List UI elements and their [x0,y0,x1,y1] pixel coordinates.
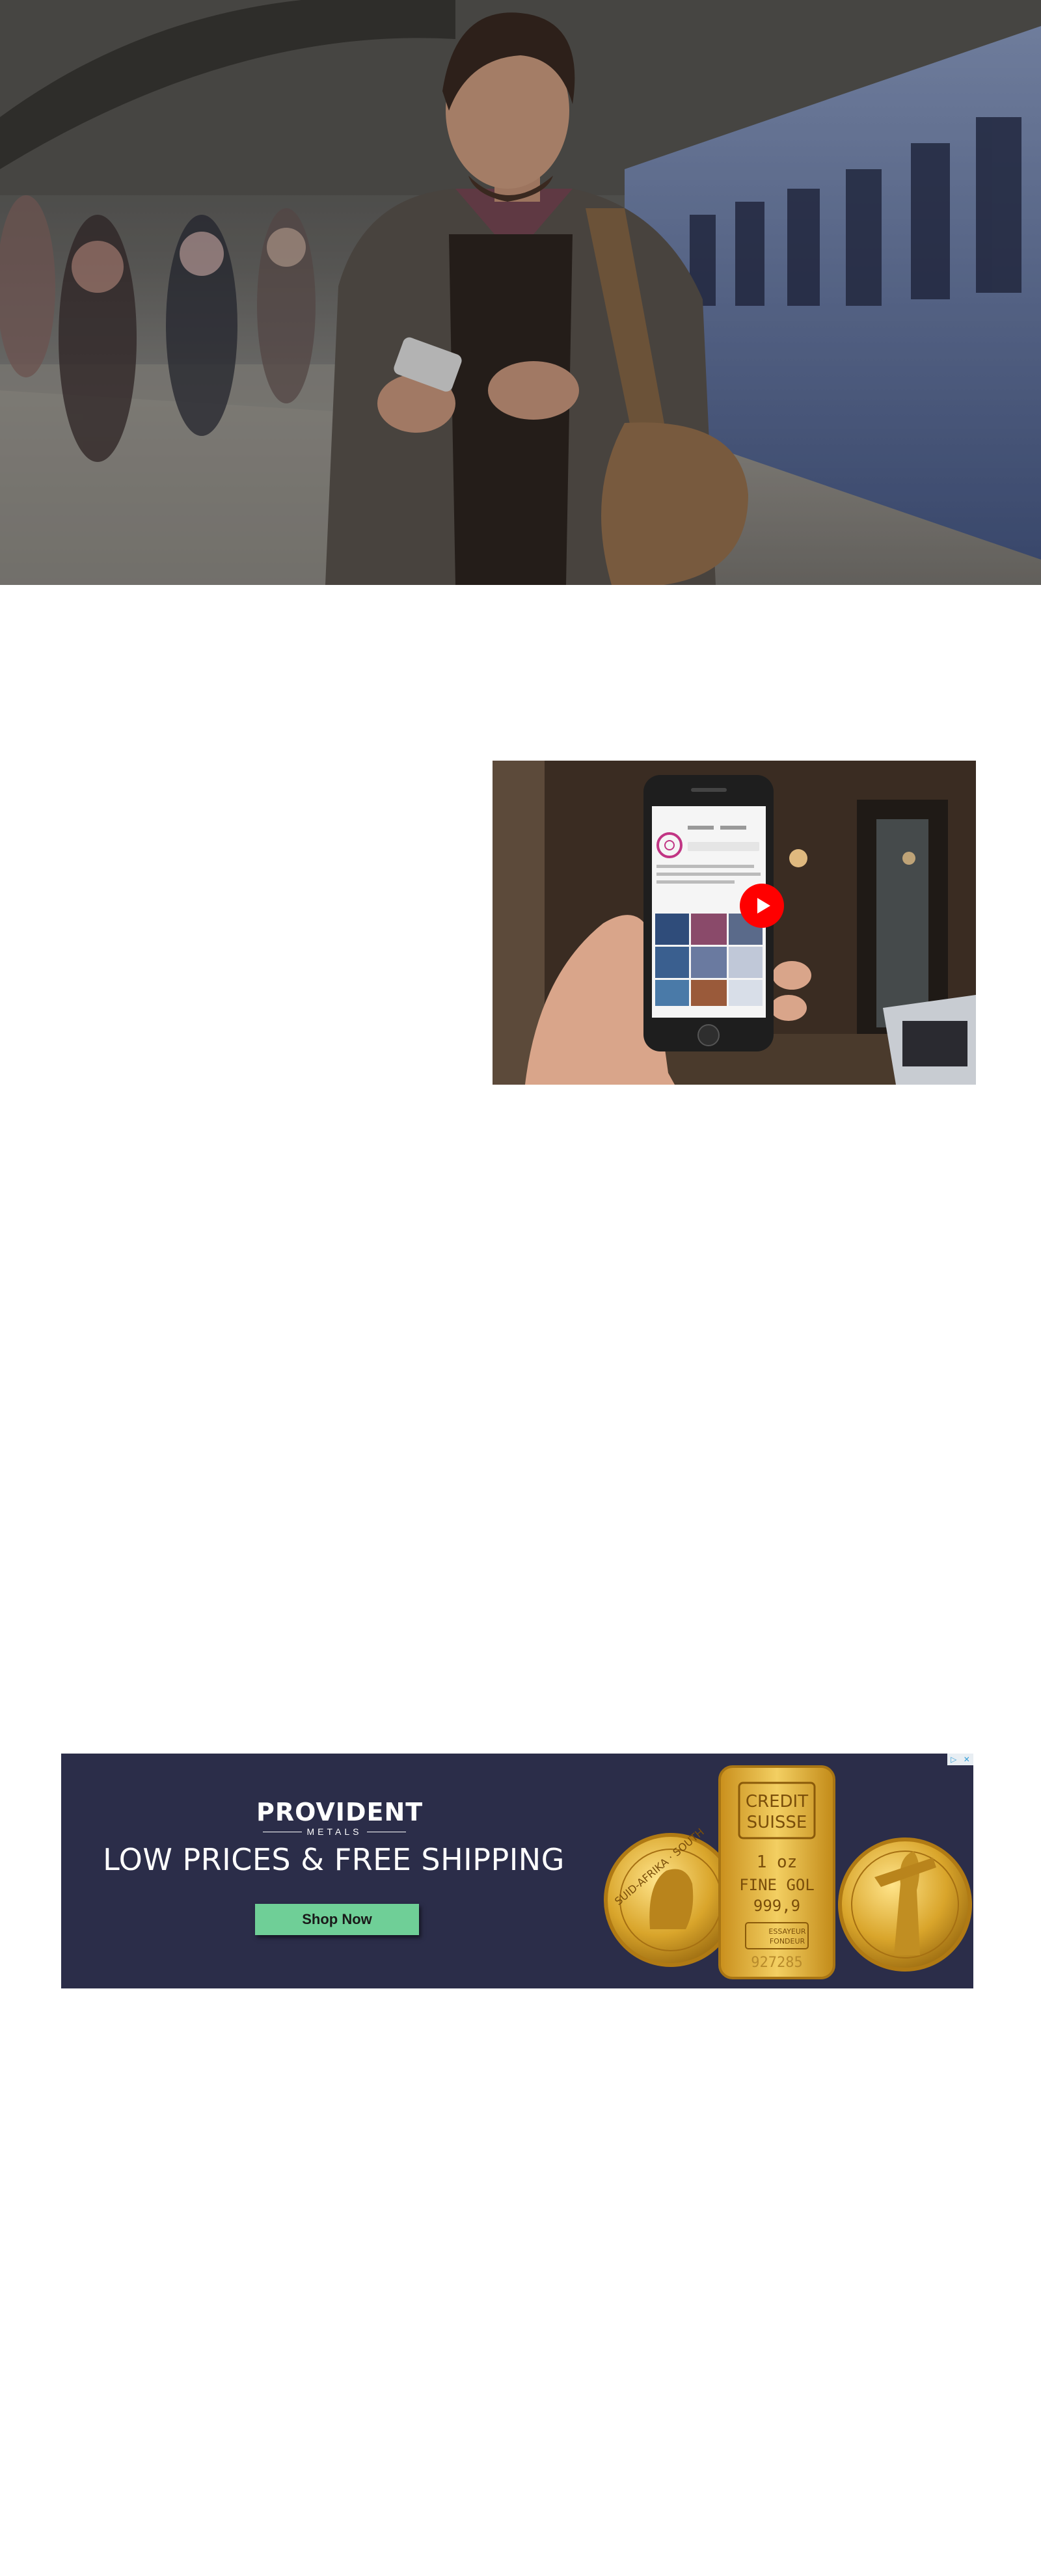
ad-brand-name: PROVIDENT [256,1798,424,1826]
bar-text-2: SUISSE [747,1813,807,1832]
bar-serial: 927285 [751,1955,802,1971]
ad-banner[interactable]: ▷ ✕ PROVIDENT METALS LOW PRICES & FREE S… [61,1754,973,1988]
gold-products-illustration: SUID-AFRIKA · SOUTH CREDIT SUISSE 1 oz F… [604,1765,972,1979]
video-thumbnail[interactable] [493,761,976,1085]
ad-headline: LOW PRICES & FREE SHIPPING [103,1842,565,1877]
hero-image [0,0,1041,585]
bar-text-1: CREDIT [746,1792,808,1811]
bar-assayer-1: ESSAYEUR [768,1927,806,1936]
shop-now-button[interactable]: Shop Now [255,1904,419,1935]
bar-purity-1: FINE GOL [739,1876,815,1894]
bar-purity-2: 999,9 [753,1897,800,1915]
ad-brand-sub: METALS [306,1826,362,1837]
play-button[interactable] [740,884,784,928]
bar-weight: 1 oz [757,1852,798,1872]
play-icon [757,898,770,914]
ad-brand-logo: PROVIDENT METALS [256,1798,424,1837]
bar-assayer-2: FONDEUR [770,1937,805,1946]
video-thumbnail-illustration [493,761,976,1085]
